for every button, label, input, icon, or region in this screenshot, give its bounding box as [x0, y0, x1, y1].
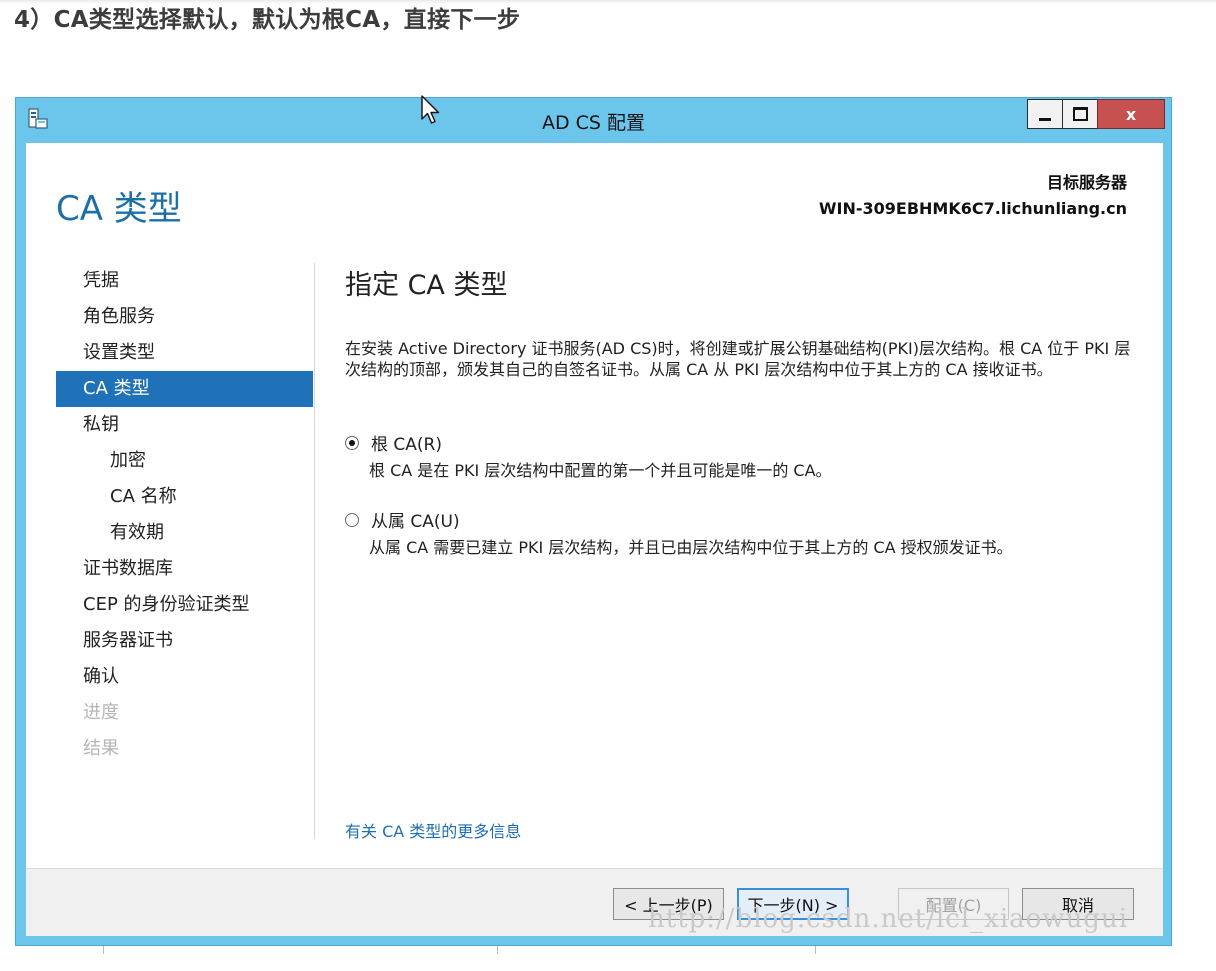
- nav-item-cep-authentication-type[interactable]: CEP 的身份验证类型: [56, 587, 313, 623]
- nav-item-ca-name[interactable]: CA 名称: [56, 479, 313, 515]
- section-title: 指定 CA 类型: [345, 270, 508, 301]
- wizard-nav: 凭据 角色服务 设置类型 CA 类型 私钥 加密 CA 名称 有效期 证书数据库…: [56, 263, 313, 767]
- root-ca-radio[interactable]: [345, 435, 359, 450]
- maximize-icon: [1072, 107, 1088, 121]
- subordinate-ca-option[interactable]: 从属 CA(U): [345, 507, 460, 532]
- article-heading: 4）CA类型选择默认，默认为根CA，直接下一步: [14, 7, 521, 33]
- target-server-label: 目标服务器: [1046, 173, 1127, 192]
- maximize-button[interactable]: [1062, 99, 1098, 129]
- title-bar[interactable]: AD CS 配置 x: [16, 98, 1171, 142]
- ad-cs-config-window: AD CS 配置 x CA 类型 目标服务器 WIN-309EBHMK6C7.l…: [15, 97, 1172, 946]
- edge-tick: [815, 946, 816, 954]
- subordinate-ca-label[interactable]: 从属 CA(U): [371, 507, 460, 532]
- close-icon: x: [1125, 104, 1137, 124]
- wizard-footer: < 上一步(P) 下一步(N) > 配置(C) 取消: [26, 868, 1163, 936]
- minimize-icon: [1039, 117, 1051, 121]
- nav-item-cryptography[interactable]: 加密: [56, 443, 313, 479]
- edge-tick: [497, 946, 498, 954]
- radio-selected-dot: [349, 439, 355, 446]
- wizard-client-area: CA 类型 目标服务器 WIN-309EBHMK6C7.lichunliang.…: [26, 143, 1163, 936]
- close-button[interactable]: x: [1097, 99, 1165, 129]
- root-ca-label[interactable]: 根 CA(R): [371, 430, 442, 455]
- nav-item-private-key[interactable]: 私钥: [56, 407, 313, 443]
- subordinate-ca-radio[interactable]: [345, 512, 359, 527]
- root-ca-option[interactable]: 根 CA(R): [345, 430, 442, 455]
- back-button[interactable]: < 上一步(P): [613, 888, 724, 920]
- nav-item-progress: 进度: [83, 702, 119, 723]
- cancel-button[interactable]: 取消: [1022, 888, 1134, 920]
- target-server-value: WIN-309EBHMK6C7.lichunliang.cn: [818, 199, 1127, 218]
- minimize-button[interactable]: [1027, 99, 1063, 129]
- more-info-link[interactable]: 有关 CA 类型的更多信息: [345, 818, 521, 842]
- root-ca-description: 根 CA 是在 PKI 层次结构中配置的第一个并且可能是唯一的 CA。: [369, 461, 832, 480]
- page-title: CA 类型: [56, 189, 182, 229]
- subordinate-ca-description: 从属 CA 需要已建立 PKI 层次结构，并且已由层次结构中位于其上方的 CA …: [369, 538, 1013, 557]
- mouse-cursor-icon: [421, 95, 440, 124]
- nav-item-server-certificate[interactable]: 服务器证书: [56, 623, 313, 659]
- nav-item-validity-period[interactable]: 有效期: [56, 515, 313, 551]
- nav-item-role-services[interactable]: 角色服务: [56, 299, 313, 335]
- nav-item-confirmation[interactable]: 确认: [56, 659, 313, 695]
- nav-item-credentials[interactable]: 凭据: [56, 263, 313, 299]
- nav-item-ca-type[interactable]: CA 类型: [56, 371, 313, 407]
- window-title: AD CS 配置: [541, 112, 646, 134]
- nav-divider: [314, 263, 315, 839]
- nav-item-setup-type[interactable]: 设置类型: [56, 335, 313, 371]
- nav-item-certificate-database[interactable]: 证书数据库: [56, 551, 313, 587]
- configure-button: 配置(C): [898, 888, 1009, 920]
- window-controls: x: [1027, 99, 1165, 129]
- ca-type-description: 在安装 Active Directory 证书服务(AD CS)时，将创建或扩展…: [345, 339, 1131, 379]
- window-bottom-edge: [15, 946, 1172, 956]
- edge-tick: [103, 946, 104, 954]
- next-button[interactable]: 下一步(N) >: [737, 888, 849, 920]
- nav-item-results: 结果: [83, 738, 119, 759]
